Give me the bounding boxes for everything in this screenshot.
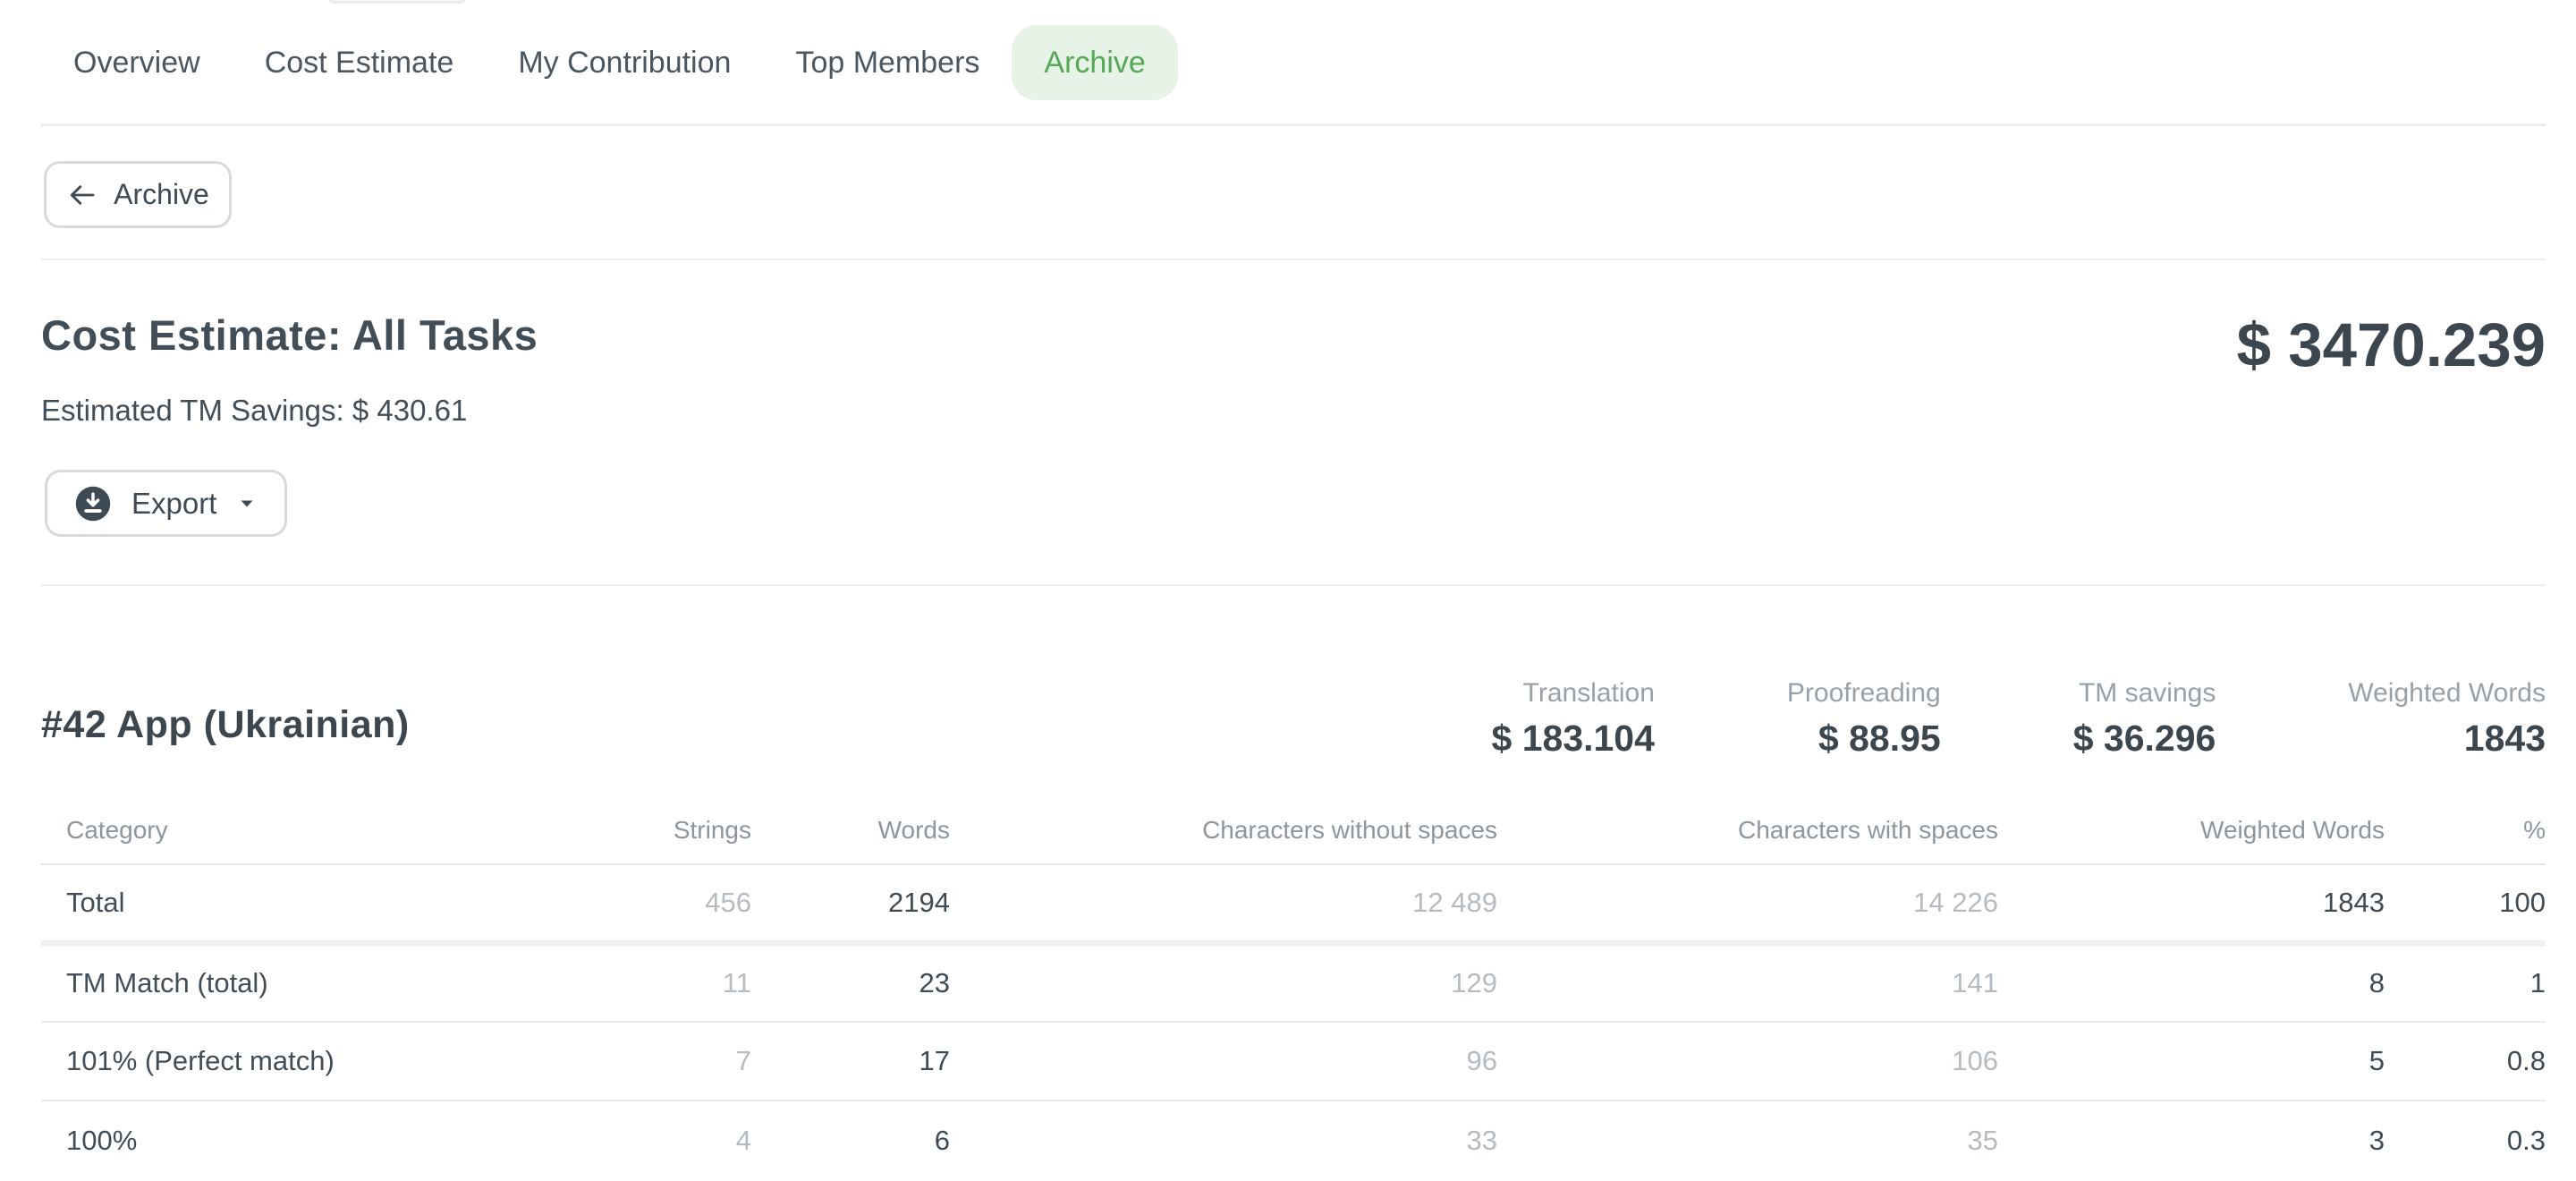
table-row-100: 100% 4 6 33 35 3 0.3 [41,1100,2546,1179]
tab-my-contribution[interactable]: My Contribution [486,25,763,100]
cell-words: 6 [751,1100,950,1179]
cell-strings: 456 [506,864,751,943]
cell-category: 101% (Perfect match) [41,1022,506,1100]
estimated-tm-savings: Estimated TM Savings: $ 430.61 [41,392,467,429]
table-header-row: Category Strings Words Characters withou… [41,796,2546,864]
col-header-words: Words [751,796,950,864]
stat-translation: Translation $ 183.104 [1492,675,1655,765]
stat-value: 1843 [2348,711,2546,765]
stat-label: Translation [1492,675,1655,711]
cell-weighted-words: 5 [1998,1022,2385,1100]
col-header-chars-with-spaces: Characters with spaces [1497,796,1998,864]
cutoff-element-top [326,0,468,4]
cell-chars-without-spaces: 33 [950,1100,1497,1179]
col-header-weighted-words: Weighted Words [1998,796,2385,864]
cell-percent: 100 [2385,864,2546,943]
task-stats: Translation $ 183.104 Proofreading $ 88.… [1360,675,2546,765]
cell-chars-without-spaces: 129 [950,943,1497,1022]
cell-weighted-words: 8 [1998,943,2385,1022]
section-divider [41,259,2546,260]
total-cost-amount: $ 3470.239 [2237,308,2546,383]
stat-weighted-words: Weighted Words 1843 [2348,675,2546,765]
table-row-101-perfect-match: 101% (Perfect match) 7 17 96 106 5 0.8 [41,1022,2546,1100]
tab-archive[interactable]: Archive [1012,25,1177,100]
task-title: #42 App (Ukrainian) [41,700,410,750]
cell-chars-with-spaces: 14 226 [1497,864,1998,943]
col-header-category: Category [41,796,506,864]
stat-label: Proofreading [1787,675,1941,711]
col-header-strings: Strings [506,796,751,864]
tab-overview[interactable]: Overview [41,25,233,100]
download-icon [74,485,112,523]
archive-back-label: Archive [114,178,209,211]
cell-chars-with-spaces: 106 [1497,1022,1998,1100]
table-row-tm-match: TM Match (total) 11 23 129 141 8 1 [41,943,2546,1022]
cell-strings: 7 [506,1022,751,1100]
export-button[interactable]: Export [45,470,287,537]
cell-category: TM Match (total) [41,943,506,1022]
cell-strings: 11 [506,943,751,1022]
col-header-percent: % [2385,796,2546,864]
archive-back-button[interactable]: Archive [44,161,232,228]
tab-top-members[interactable]: Top Members [763,25,1012,100]
cell-chars-with-spaces: 35 [1497,1100,1998,1179]
cell-chars-without-spaces: 96 [950,1022,1497,1100]
stat-label: TM savings [2073,675,2216,711]
cell-strings: 4 [506,1100,751,1179]
page-title: Cost Estimate: All Tasks [41,310,538,361]
cell-weighted-words: 1843 [1998,864,2385,943]
col-header-chars-without-spaces: Characters without spaces [950,796,1497,864]
cell-percent: 0.3 [2385,1100,2546,1179]
cell-words: 17 [751,1022,950,1100]
stat-value: $ 36.296 [2073,711,2216,765]
cell-words: 23 [751,943,950,1022]
tab-cost-estimate[interactable]: Cost Estimate [233,25,487,100]
export-label: Export [131,487,216,521]
arrow-left-icon [66,179,98,211]
cell-category: 100% [41,1100,506,1179]
stat-value: $ 88.95 [1787,711,1941,765]
cell-percent: 0.8 [2385,1022,2546,1100]
section-divider [41,584,2546,586]
tab-bar-divider [41,123,2546,126]
cell-category: Total [41,864,506,943]
cell-percent: 1 [2385,943,2546,1022]
cell-chars-with-spaces: 141 [1497,943,1998,1022]
tab-bar: Overview Cost Estimate My Contribution T… [41,25,1178,100]
cell-weighted-words: 3 [1998,1100,2385,1179]
chevron-down-icon [236,493,258,514]
cell-words: 2194 [751,864,950,943]
stat-label: Weighted Words [2348,675,2546,711]
stat-value: $ 183.104 [1492,711,1655,765]
cell-chars-without-spaces: 12 489 [950,864,1497,943]
cost-table: Category Strings Words Characters withou… [41,796,2546,1179]
stat-tm-savings: TM savings $ 36.296 [2073,675,2216,765]
table-row-total: Total 456 2194 12 489 14 226 1843 100 [41,864,2546,943]
cost-estimate-archive-page: Overview Cost Estimate My Contribution T… [0,0,2576,1181]
stat-proofreading: Proofreading $ 88.95 [1787,675,1941,765]
